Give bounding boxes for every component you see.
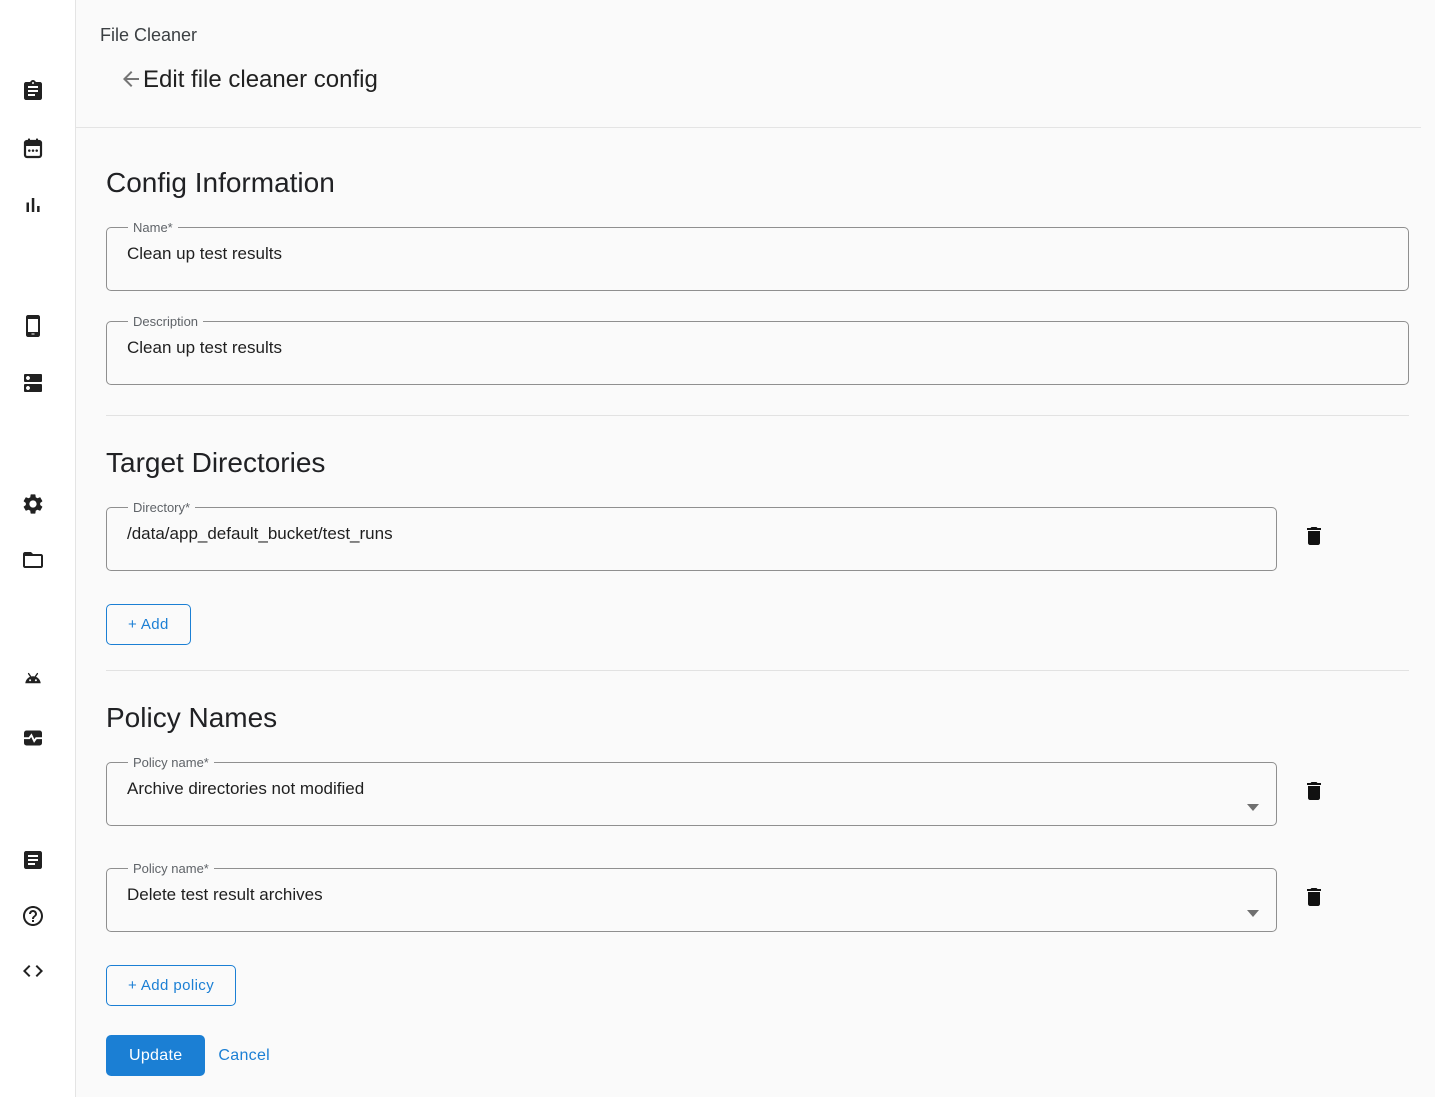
delete-policy-button[interactable]: [1302, 781, 1326, 805]
trash-icon: [1302, 524, 1326, 551]
page-header: File Cleaner Edit file cleaner config: [76, 0, 1435, 128]
assignment-icon[interactable]: [21, 79, 45, 103]
form-actions: Update Cancel: [106, 1035, 1435, 1076]
directory-field-value: /data/app_default_bucket/test_runs: [127, 524, 1262, 544]
help-icon[interactable]: [21, 904, 45, 928]
directory-field-label: Directory*: [128, 500, 195, 515]
update-button[interactable]: Update: [106, 1035, 205, 1076]
calendar-icon[interactable]: [21, 136, 45, 160]
smartphone-icon[interactable]: [21, 314, 45, 338]
main-panel: File Cleaner Edit file cleaner config Co…: [76, 0, 1435, 1097]
settings-icon[interactable]: [21, 492, 45, 516]
add-directory-button[interactable]: + Add: [106, 604, 191, 645]
target-directories-heading: Target Directories: [106, 416, 1435, 480]
form-content: Config Information Name* Clean up test r…: [76, 128, 1435, 1076]
trash-icon: [1302, 885, 1326, 912]
arrow-back-icon: [119, 67, 143, 94]
policy-row: Policy name* Archive directories not mod…: [106, 755, 1435, 826]
monitoring-icon[interactable]: [21, 726, 45, 750]
bar-chart-icon[interactable]: [21, 193, 45, 217]
add-policy-button[interactable]: + Add policy: [106, 965, 236, 1006]
sidebar: [0, 0, 76, 1097]
config-information-heading: Config Information: [106, 128, 1435, 200]
description-field[interactable]: Description Clean up test results: [106, 314, 1409, 385]
policy-row: Policy name* Delete test result archives: [106, 861, 1435, 932]
name-field-value: Clean up test results: [127, 244, 1394, 264]
policy-select-label: Policy name*: [128, 861, 214, 876]
back-button[interactable]: [119, 68, 143, 92]
delete-policy-button[interactable]: [1302, 887, 1326, 911]
policy-select-2[interactable]: Policy name* Delete test result archives: [106, 861, 1277, 932]
article-icon[interactable]: [21, 848, 45, 872]
policy-select-1[interactable]: Policy name* Archive directories not mod…: [106, 755, 1277, 826]
app-title: File Cleaner: [100, 24, 1435, 46]
chevron-down-icon: [1247, 910, 1259, 917]
description-field-value: Clean up test results: [127, 338, 1394, 358]
code-icon[interactable]: [21, 959, 45, 983]
chevron-down-icon: [1247, 804, 1259, 811]
name-field-label: Name*: [128, 220, 178, 235]
policy-select-value: Archive directories not modified: [127, 779, 1262, 799]
policy-select-label: Policy name*: [128, 755, 214, 770]
policy-names-heading: Policy Names: [106, 671, 1435, 735]
dns-icon[interactable]: [21, 371, 45, 395]
folder-icon[interactable]: [21, 548, 45, 572]
description-field-label: Description: [128, 314, 203, 329]
cancel-button[interactable]: Cancel: [218, 1047, 270, 1065]
android-icon[interactable]: [21, 669, 45, 693]
page-title: Edit file cleaner config: [143, 66, 378, 94]
delete-directory-button[interactable]: [1302, 526, 1326, 550]
trash-icon: [1302, 779, 1326, 806]
directory-row: Directory* /data/app_default_bucket/test…: [106, 500, 1435, 571]
directory-field[interactable]: Directory* /data/app_default_bucket/test…: [106, 500, 1277, 571]
policy-select-value: Delete test result archives: [127, 885, 1262, 905]
name-field[interactable]: Name* Clean up test results: [106, 220, 1409, 291]
